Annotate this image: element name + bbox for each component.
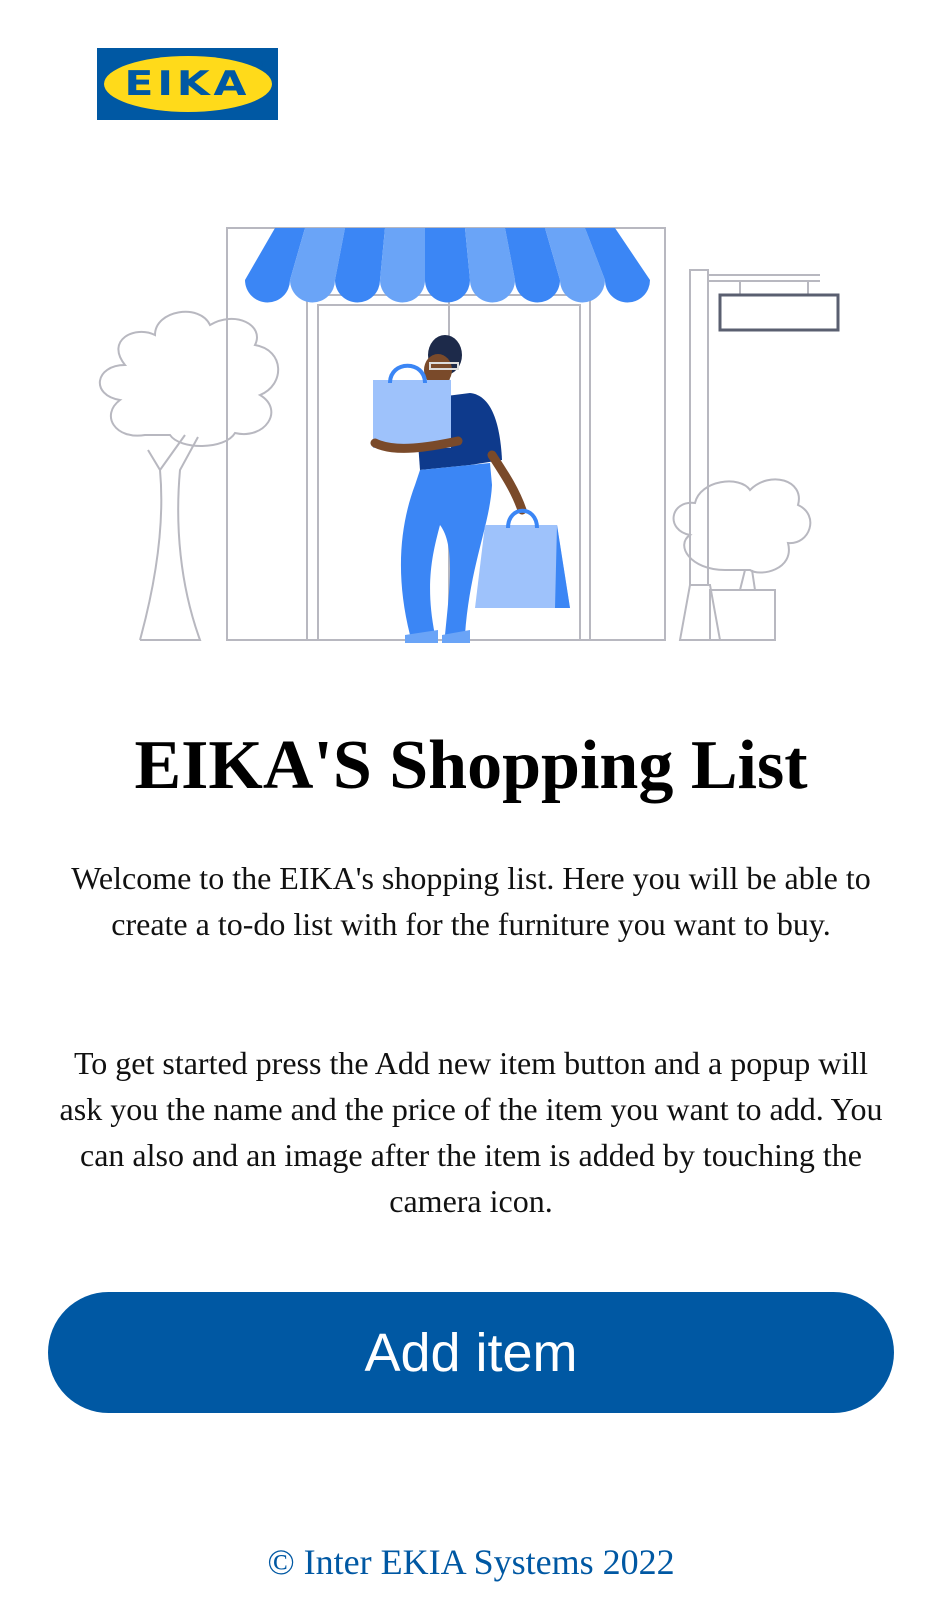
hanging-sign-icon bbox=[678, 269, 840, 641]
logo-oval: EIKA ® bbox=[103, 56, 272, 112]
registered-mark: ® bbox=[259, 60, 268, 69]
instructions-paragraph: To get started press the Add new item bu… bbox=[59, 1045, 883, 1219]
page-title: EIKA'S Shopping List bbox=[134, 727, 808, 804]
copyright-footer: © Inter EKIA Systems 2022 bbox=[267, 1542, 675, 1582]
tree-left-icon bbox=[99, 310, 280, 641]
welcome-paragraph: Welcome to the EIKA's shopping list. Her… bbox=[71, 860, 871, 942]
logo-text: EIKA bbox=[124, 64, 251, 104]
eika-logo: EIKA ® bbox=[97, 48, 278, 120]
add-item-button[interactable]: Add item bbox=[48, 1292, 894, 1413]
shopping-woman-storefront-illustration bbox=[99, 227, 840, 643]
awning-icon bbox=[245, 228, 650, 303]
potted-shrub-icon bbox=[672, 478, 812, 641]
shopping-woman-icon bbox=[370, 335, 570, 643]
